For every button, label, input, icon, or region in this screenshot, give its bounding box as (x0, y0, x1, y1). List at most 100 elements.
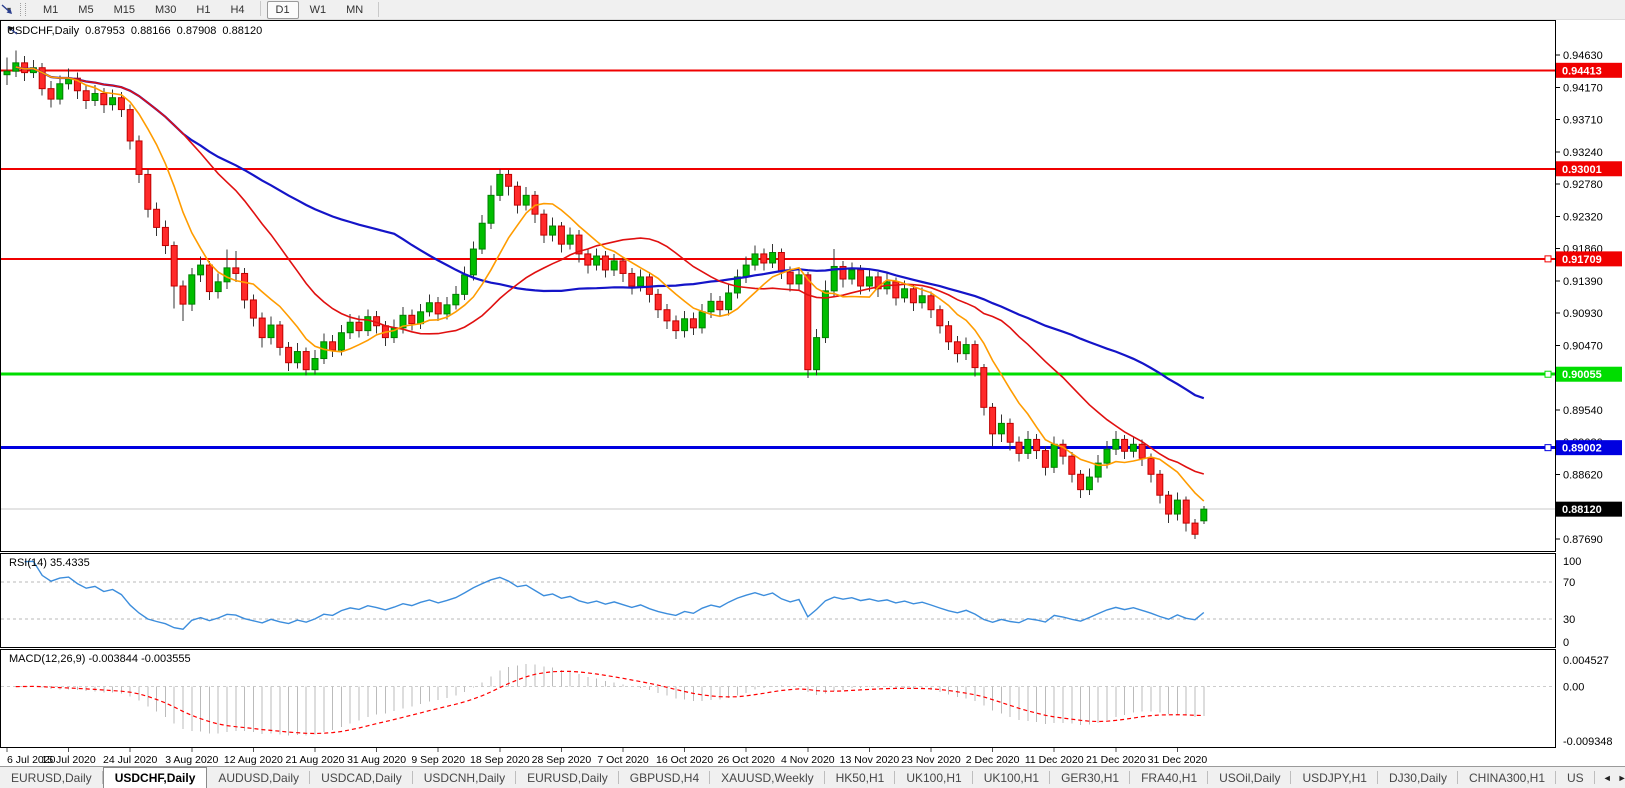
tab-scroll-controls: ◄ ► (1595, 767, 1625, 788)
rsi-indicator-label: RSI(14) 35.4335 (9, 557, 90, 569)
chart-tab-GER30-H1[interactable]: GER30,H1 (1050, 767, 1130, 788)
pane-border (1, 554, 1556, 648)
price-tick-label: 0.87690 (1563, 534, 1603, 546)
pane-border (1, 21, 1556, 552)
svg-text:0.89002: 0.89002 (1562, 443, 1602, 455)
chart-tab-USDCAD-Daily[interactable]: USDCAD,Daily (310, 767, 413, 788)
chart-tab-bar: EURUSD,DailyUSDCHF,DailyAUDUSD,DailyUSDC… (0, 766, 1625, 788)
svg-text:0.94413: 0.94413 (1562, 65, 1602, 77)
chart-tab-CHINA300-H1[interactable]: CHINA300,H1 (1458, 767, 1556, 788)
timeframe-button-M1[interactable]: M1 (34, 1, 67, 19)
svg-text:0.91709: 0.91709 (1562, 254, 1602, 266)
price-tick-label: 0.90930 (1563, 308, 1603, 320)
chart-tab-USDCHF-Daily[interactable]: USDCHF,Daily (103, 767, 208, 788)
chart-tab-XAUUSD-Weekly[interactable]: XAUUSD,Weekly (710, 767, 824, 788)
date-tick-label: 23 Nov 2020 (901, 754, 961, 766)
svg-text:0: 0 (1563, 637, 1569, 648)
timeframe-button-W1[interactable]: W1 (301, 1, 336, 19)
legend-open: 0.87953 (85, 25, 125, 37)
date-tick-label: 7 Oct 2020 (597, 754, 649, 766)
chart-tab-USOil-Daily[interactable]: USOil,Daily (1208, 767, 1291, 788)
date-tick-label: 12 Aug 2020 (224, 754, 283, 766)
legend-close: 0.88120 (222, 25, 262, 37)
date-tick-label: 21 Dec 2020 (1086, 754, 1146, 766)
date-tick-label: 24 Jul 2020 (103, 754, 157, 766)
chart-tab-UK100-H1[interactable]: UK100,H1 (895, 767, 972, 788)
date-tick-label: 26 Oct 2020 (718, 754, 775, 766)
timeframe-button-M15[interactable]: M15 (105, 1, 144, 19)
timeframe-button-H1[interactable]: H1 (187, 1, 219, 19)
svg-text:0.00: 0.00 (1563, 682, 1584, 694)
chart-tab-AUDUSD-Daily[interactable]: AUDUSD,Daily (207, 767, 310, 788)
svg-text:30: 30 (1563, 614, 1575, 626)
svg-text:100: 100 (1563, 556, 1581, 568)
chart-tab-DJ30-Daily[interactable]: DJ30,Daily (1378, 767, 1458, 788)
tab-scroll-right-button[interactable]: ► (1618, 773, 1625, 783)
price-tick-label: 0.89540 (1563, 405, 1603, 417)
timeframe-button-M30[interactable]: M30 (146, 1, 185, 19)
chart-legend: USDCHF,Daily 0.87953 0.88166 0.87908 0.8… (7, 25, 262, 37)
chart-tab-EURUSD-Daily[interactable]: EURUSD,Daily (0, 767, 103, 788)
macd-indicator-pane[interactable]: 0.0045270.00-0.009348 (0, 649, 1625, 748)
price-tick-label: 0.93240 (1563, 147, 1603, 159)
pane-border (1, 650, 1556, 748)
timeframe-button-H4[interactable]: H4 (221, 1, 253, 19)
chart-tab-GBPUSD-H4[interactable]: GBPUSD,H4 (619, 767, 710, 788)
date-axis[interactable]: 6 Jul 202015 Jul 202024 Jul 20203 Aug 20… (0, 748, 1625, 766)
arrow-drawing-tool-icon (0, 3, 14, 16)
price-tick-label: 0.90470 (1563, 340, 1603, 352)
price-tick-label: 0.94630 (1563, 50, 1603, 62)
price-tick-label: 0.94170 (1563, 82, 1603, 94)
price-tick-label: 0.92780 (1563, 179, 1603, 191)
macd-indicator-label: MACD(12,26,9) -0.003844 -0.003555 (9, 653, 191, 665)
arrow-drawing-tool-button[interactable]: ▾ (0, 5, 14, 14)
svg-text:0.88120: 0.88120 (1562, 504, 1602, 516)
date-tick-label: 28 Sep 2020 (532, 754, 592, 766)
date-tick-label: 16 Oct 2020 (656, 754, 713, 766)
svg-text:70: 70 (1563, 577, 1575, 589)
price-tick-label: 0.91390 (1563, 276, 1603, 288)
chart-tab-UK100-H1[interactable]: UK100,H1 (973, 767, 1050, 788)
timeframe-button-group: M1M5M15M30H1H4 D1W1MN (33, 1, 373, 19)
timeframe-button-M5[interactable]: M5 (69, 1, 102, 19)
toolbar: ▾ M1M5M15M30H1H4 D1W1MN (0, 0, 1625, 20)
date-tick-label: 3 Aug 2020 (165, 754, 218, 766)
chart-tab-FRA40-H1[interactable]: FRA40,H1 (1130, 767, 1208, 788)
main-chart-pane[interactable]: 0.946300.941700.937100.932400.927800.923… (0, 20, 1625, 552)
price-tick-label: 0.88620 (1563, 469, 1603, 481)
svg-text:0.004527: 0.004527 (1563, 655, 1609, 667)
toolbar-separator (260, 1, 261, 16)
timeframe-button-MN[interactable]: MN (337, 1, 372, 19)
date-tick-label: 2 Dec 2020 (966, 754, 1020, 766)
date-tick-label: 31 Dec 2020 (1148, 754, 1208, 766)
date-tick-label: 15 Jul 2020 (41, 754, 95, 766)
legend-high: 0.88166 (131, 25, 171, 37)
line-handle (1545, 256, 1551, 262)
annotation-arrow-icon (7, 25, 20, 37)
chart-tab-HK50-H1[interactable]: HK50,H1 (825, 767, 896, 788)
chart-tabs: EURUSD,DailyUSDCHF,DailyAUDUSD,DailyUSDC… (0, 767, 1595, 788)
date-tick-label: 9 Sep 2020 (411, 754, 465, 766)
legend-low: 0.87908 (177, 25, 217, 37)
chart-tab-EURUSD-Daily[interactable]: EURUSD,Daily (516, 767, 619, 788)
date-axis-labels: 6 Jul 202015 Jul 202024 Jul 20203 Aug 20… (7, 748, 1207, 766)
svg-text:0.90055: 0.90055 (1562, 369, 1602, 381)
rsi-axis: 100 70 30 0 (1563, 556, 1581, 648)
line-handle (1545, 371, 1551, 377)
date-tick-label: 4 Nov 2020 (781, 754, 835, 766)
chart-tab-USDJPY-H1[interactable]: USDJPY,H1 (1291, 767, 1377, 788)
date-tick-label: 13 Nov 2020 (840, 754, 900, 766)
chart-tab-US[interactable]: US (1556, 767, 1595, 788)
price-badges: 0.94413 0.93001 0.91709 0.90055 0.89002 0.881… (1545, 63, 1622, 517)
toolbar-separator (378, 2, 379, 17)
rsi-indicator-pane[interactable]: 100 70 30 0 (0, 553, 1625, 648)
tab-scroll-left-button[interactable]: ◄ (1603, 773, 1612, 783)
timeframe-button-D1[interactable]: D1 (267, 1, 299, 19)
date-tick-label: 21 Aug 2020 (286, 754, 345, 766)
svg-text:0.93001: 0.93001 (1562, 164, 1602, 176)
date-tick-label: 11 Dec 2020 (1025, 754, 1084, 766)
line-handle (1545, 445, 1551, 451)
toolbar-grip[interactable] (20, 3, 26, 16)
chart-tab-USDCNH-Daily[interactable]: USDCNH,Daily (413, 767, 516, 788)
date-tick-label: 31 Aug 2020 (347, 754, 406, 766)
